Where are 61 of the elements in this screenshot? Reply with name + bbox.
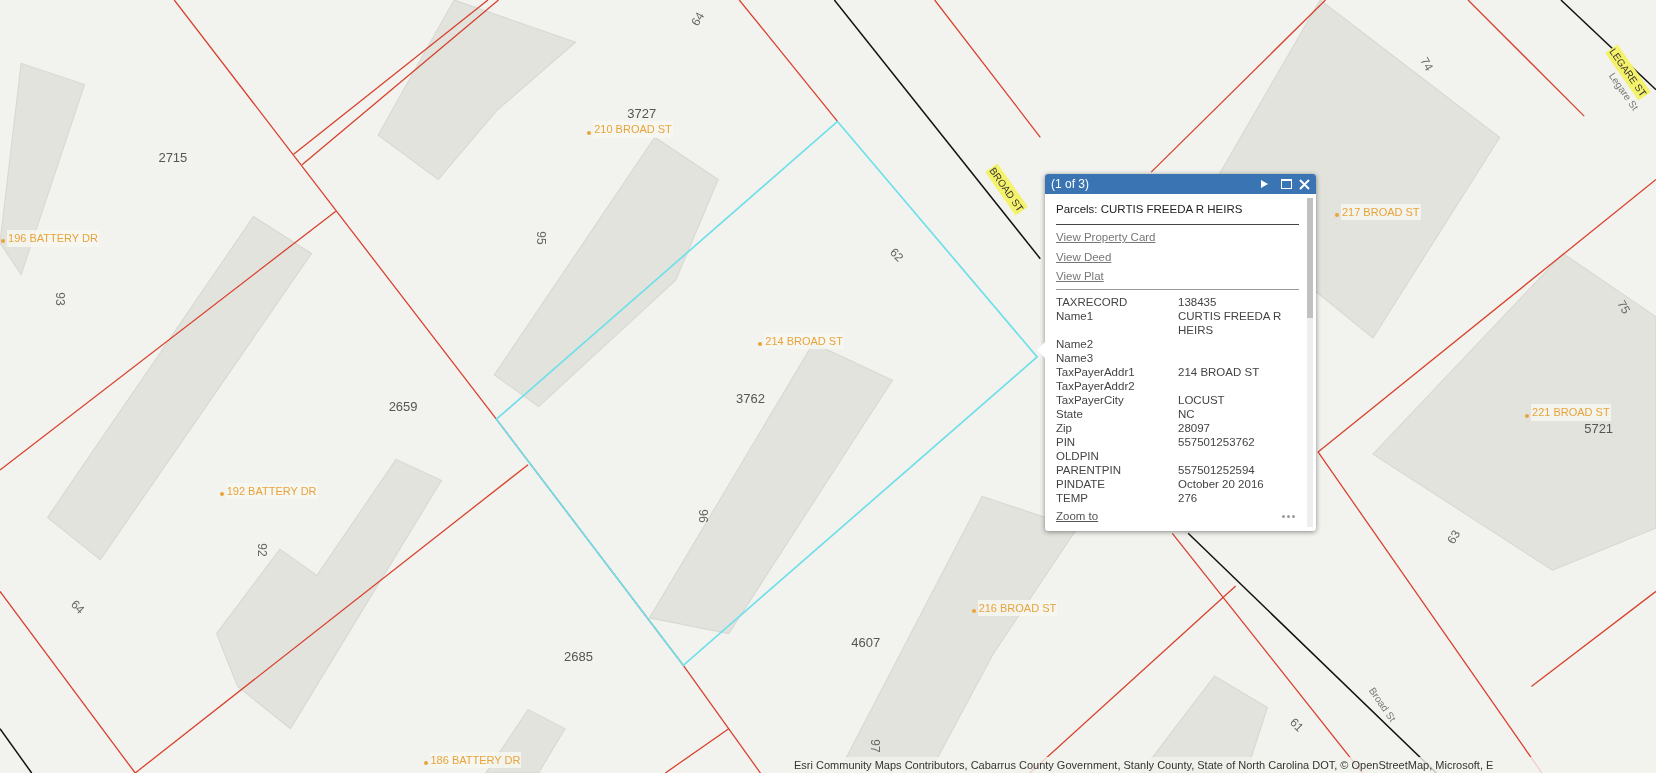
- address-text: 186 BATTERY DR: [429, 751, 522, 769]
- field-name: PINDATE: [1056, 477, 1106, 491]
- field-value: CURTIS FREEDA R HEIRS: [1178, 309, 1283, 337]
- dimension-label: 64: [66, 596, 89, 618]
- field-value: 557501253762: [1178, 435, 1256, 449]
- address-text: 196 BATTERY DR: [7, 230, 99, 247]
- dimension-label: 63: [1443, 526, 1464, 548]
- parcel-number: 3762: [736, 389, 766, 408]
- dimension-label: 64: [687, 8, 708, 29]
- dimension-label: 61: [1285, 714, 1307, 737]
- field-name: PARENTPIN: [1056, 463, 1122, 477]
- dimension-label: 74: [1416, 53, 1438, 75]
- field-value: NC: [1178, 407, 1196, 421]
- scrollbar-thumb[interactable]: [1307, 198, 1313, 318]
- dimension-label: 97: [866, 739, 883, 753]
- maximize-icon[interactable]: [1281, 179, 1292, 189]
- field-name: Name3: [1056, 351, 1095, 365]
- parcel-number: 2685: [563, 648, 593, 667]
- field-value: 214 BROAD ST: [1178, 365, 1261, 379]
- address-text: 214 BROAD ST: [764, 332, 844, 350]
- address-text: 210 BROAD ST: [593, 121, 673, 138]
- more-options-icon[interactable]: [1282, 515, 1295, 519]
- field-value: 276: [1178, 491, 1199, 505]
- parcel-number: 5721: [1584, 420, 1614, 439]
- popup-link[interactable]: View Property Card: [1056, 229, 1156, 247]
- close-icon[interactable]: [1299, 178, 1310, 190]
- popup-link[interactable]: View Plat: [1056, 267, 1104, 285]
- parcel-number: 2659: [388, 398, 418, 417]
- popup-title: Parcels: CURTIS FREEDA R HEIRS: [1056, 201, 1299, 226]
- field-name: Name1: [1056, 309, 1095, 324]
- dimension-label: 93: [51, 292, 68, 307]
- field-name: Name2: [1056, 337, 1095, 351]
- field-name: State: [1056, 407, 1084, 421]
- field-name: TaxPayerCity: [1056, 393, 1125, 407]
- dimension-label: 96: [695, 509, 712, 523]
- field-name: TAXRECORD: [1056, 295, 1129, 309]
- parcel-number: 3727: [627, 104, 657, 123]
- field-name: TaxPayerAddr2: [1056, 379, 1136, 393]
- field-value: 138435: [1178, 295, 1218, 309]
- dimension-label: 62: [886, 244, 908, 267]
- zoom-to-link[interactable]: Zoom to: [1056, 508, 1099, 526]
- dimension-label: 92: [253, 543, 270, 557]
- field-name: PIN: [1056, 435, 1077, 449]
- field-name: TEMP: [1056, 491, 1089, 505]
- field-value: October 20 2016: [1178, 477, 1265, 491]
- field-value: LOCUST: [1178, 393, 1226, 407]
- dimension-label: 75: [1613, 296, 1634, 318]
- parcel-number: 2715: [158, 148, 188, 167]
- field-value: 28097: [1178, 421, 1211, 435]
- popup-counter: (1 of 3): [1051, 176, 1090, 193]
- field-name: OLDPIN: [1056, 449, 1100, 463]
- field-name: Zip: [1056, 421, 1073, 435]
- address-text: 192 BATTERY DR: [225, 482, 318, 500]
- dimension-label: 95: [533, 231, 550, 245]
- parcel-number: 4607: [851, 633, 881, 652]
- scrollbar-track[interactable]: [1307, 198, 1313, 528]
- address-text: 221 BROAD ST: [1531, 404, 1611, 421]
- field-name: TaxPayerAddr1: [1056, 365, 1136, 379]
- field-value: 557501252594: [1178, 463, 1256, 477]
- next-icon[interactable]: [1259, 179, 1269, 189]
- popup-link[interactable]: View Deed: [1056, 248, 1112, 266]
